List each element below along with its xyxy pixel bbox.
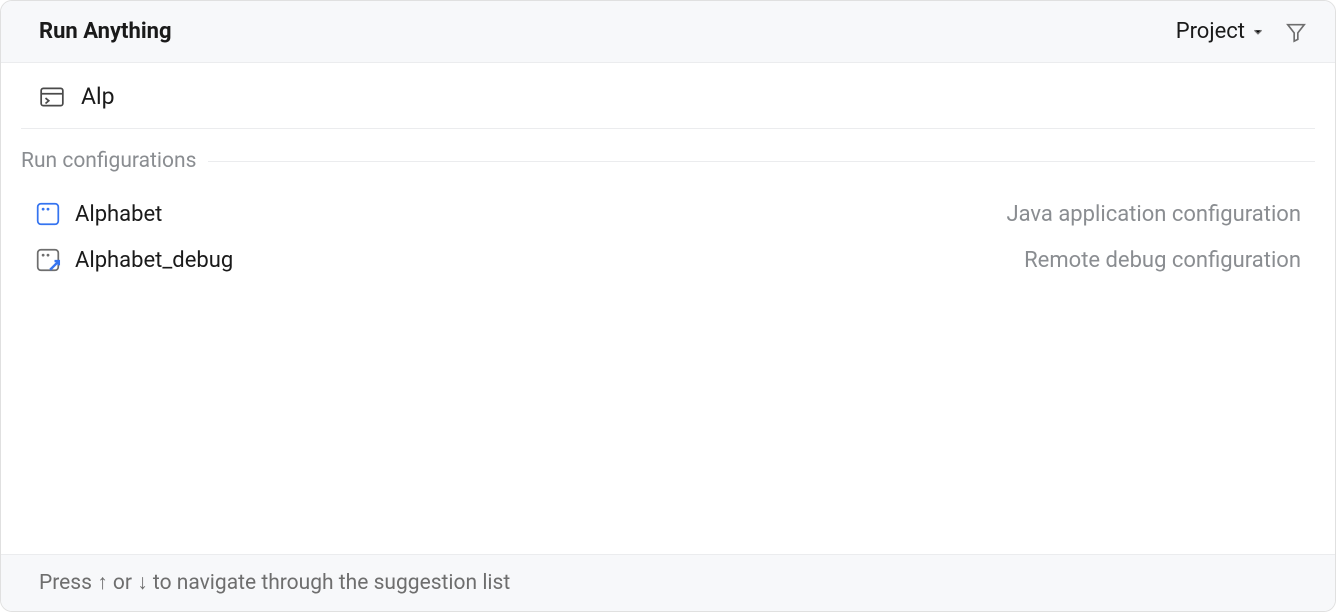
result-description: Remote debug configuration	[1024, 248, 1301, 273]
chevron-down-icon	[1251, 25, 1265, 39]
result-description: Java application configuration	[1006, 202, 1301, 227]
funnel-icon	[1285, 21, 1307, 43]
command-input[interactable]	[81, 83, 1297, 110]
filter-button[interactable]	[1285, 21, 1307, 43]
result-left: Alphabet	[35, 201, 162, 227]
section-line	[208, 161, 1315, 162]
input-row	[1, 63, 1335, 128]
result-name: Alphabet	[75, 202, 162, 227]
header-controls: Project	[1176, 19, 1307, 44]
result-name: Alphabet_debug	[75, 248, 233, 273]
section-header: Run configurations	[21, 149, 1315, 173]
dialog-header: Run Anything Project	[1, 1, 1335, 63]
run-anything-dialog: Run Anything Project	[0, 0, 1336, 612]
terminal-icon	[39, 84, 65, 110]
debug-config-icon	[35, 247, 61, 273]
result-item-alphabet[interactable]: Alphabet Java application configuration	[21, 191, 1315, 237]
navigation-hint: Press ↑ or ↓ to navigate through the sug…	[39, 571, 1297, 595]
scope-selector[interactable]: Project	[1176, 19, 1265, 44]
divider	[21, 128, 1315, 129]
dialog-footer: Press ↑ or ↓ to navigate through the sug…	[1, 554, 1335, 611]
results-area: Run configurations Alphabet Java applica…	[1, 128, 1335, 554]
result-left: Alphabet_debug	[35, 247, 233, 273]
result-item-alphabet-debug[interactable]: Alphabet_debug Remote debug configuratio…	[21, 237, 1315, 283]
dialog-title: Run Anything	[39, 19, 172, 44]
scope-label: Project	[1176, 19, 1245, 44]
app-config-icon	[35, 201, 61, 227]
section-label: Run configurations	[21, 149, 196, 173]
